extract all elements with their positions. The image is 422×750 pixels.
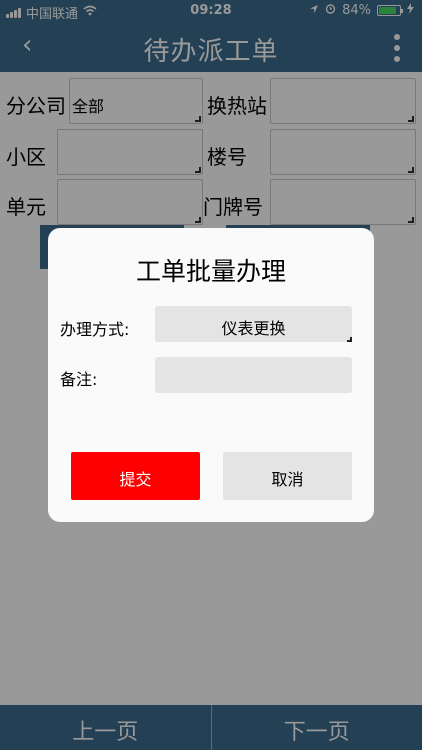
remark-input[interactable] [155, 357, 352, 393]
remark-label: 备注: [60, 370, 98, 389]
method-label: 办理方式: [60, 320, 130, 339]
submit-button[interactable]: 提交 [71, 452, 200, 500]
method-select[interactable]: 仪表更换 [155, 306, 352, 342]
dialog-title: 工单批量办理 [135, 257, 286, 286]
batch-process-dialog: 工单批量办理 办理方式: 仪表更换 备注: 提交 取消 [48, 228, 374, 522]
cancel-button[interactable]: 取消 [223, 452, 352, 500]
